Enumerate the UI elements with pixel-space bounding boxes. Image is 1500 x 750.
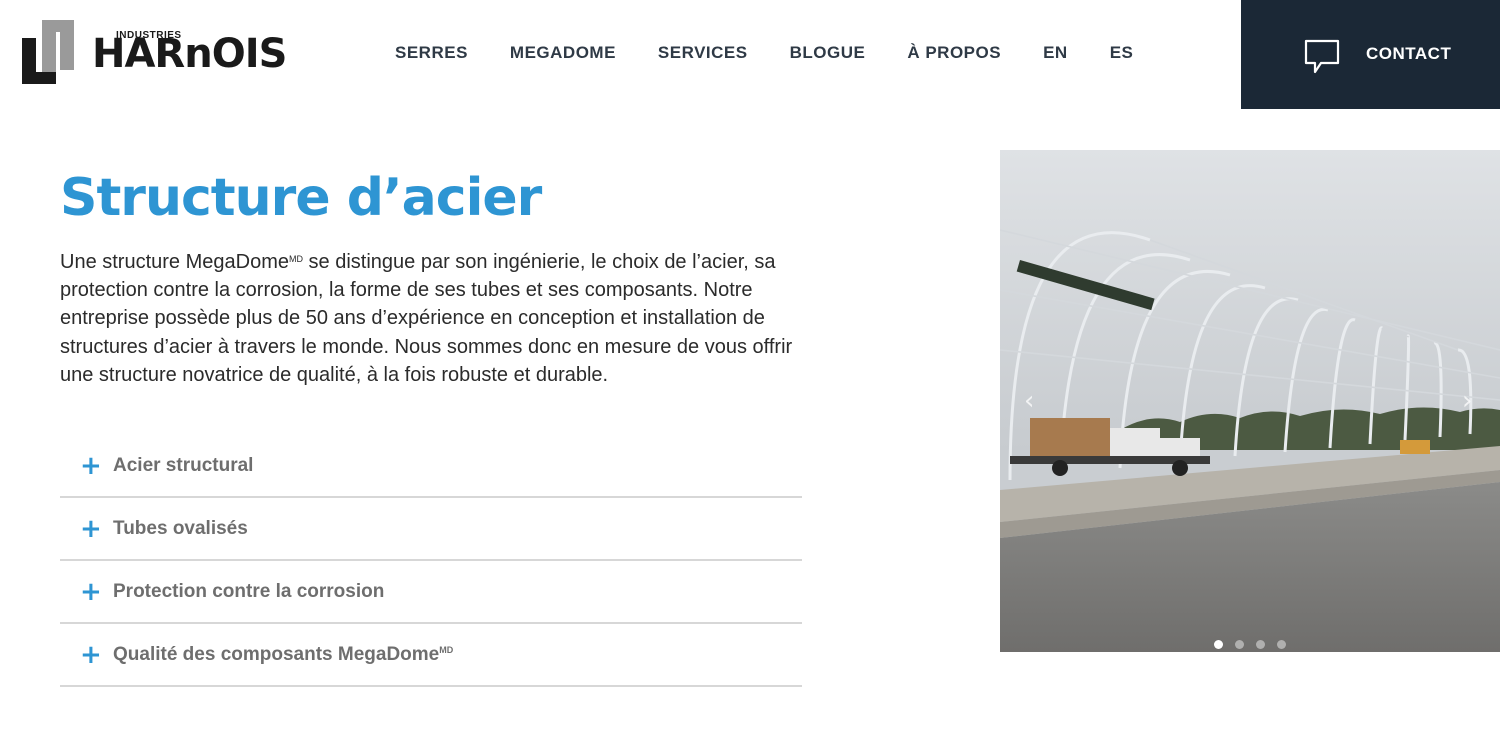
nav-item-serres[interactable]: SERRES xyxy=(395,43,468,63)
nav-item-lang-es[interactable]: ES xyxy=(1110,43,1134,63)
site-header: HARnOIS INDUSTRIES SERRES MEGADOME SERVI… xyxy=(0,0,1500,109)
plus-icon: + xyxy=(80,513,102,544)
accordion-item-tubes-ovalises[interactable]: + Tubes ovalisés xyxy=(60,498,802,561)
nav-item-services[interactable]: SERVICES xyxy=(658,43,748,63)
feature-accordion: + Acier structural + Tubes ovalisés + Pr… xyxy=(60,435,802,687)
trademark-sup: MD xyxy=(288,254,303,264)
main-nav: SERRES MEGADOME SERVICES BLOGUE À PROPOS… xyxy=(395,43,1133,63)
nav-item-blogue[interactable]: BLOGUE xyxy=(790,43,866,63)
nav-item-lang-en[interactable]: EN xyxy=(1043,43,1068,63)
accordion-label-text: Qualité des composants MegaDome xyxy=(113,643,440,665)
contact-label: CONTACT xyxy=(1366,44,1452,63)
accordion-label: Acier structural xyxy=(113,455,253,477)
image-slider[interactable]: ‹ › xyxy=(1000,150,1500,652)
chevron-right-icon[interactable]: › xyxy=(1462,386,1472,416)
harnois-logo[interactable]: HARnOIS INDUSTRIES xyxy=(20,18,287,88)
speech-bubble-icon xyxy=(1304,39,1340,74)
intro-text-start: Une structure MegaDome xyxy=(60,251,289,273)
accordion-item-acier-structural[interactable]: + Acier structural xyxy=(60,435,802,498)
brand-small: INDUSTRIES xyxy=(116,30,182,41)
nav-item-a-propos[interactable]: À PROPOS xyxy=(907,43,1001,63)
nav-item-megadome[interactable]: MEGADOME xyxy=(510,43,616,63)
slider-dot[interactable] xyxy=(1256,640,1265,649)
slider-dot[interactable] xyxy=(1235,640,1244,649)
accordion-label: Tubes ovalisés xyxy=(113,518,248,540)
accordion-item-qualite-composants[interactable]: + Qualité des composants MegaDomeMD xyxy=(60,624,802,687)
intro-paragraph: Une structure MegaDomeMD se distingue pa… xyxy=(60,245,810,389)
slider-dots xyxy=(1214,640,1298,649)
plus-icon: + xyxy=(80,450,102,481)
slider-dot[interactable] xyxy=(1214,640,1223,649)
steel-structure-photo xyxy=(1000,150,1500,652)
accordion-label-text: Protection contre la corrosion xyxy=(113,580,385,602)
plus-icon: + xyxy=(80,639,102,670)
page-title: Structure d’acier xyxy=(60,168,542,228)
accordion-label-text: Acier structural xyxy=(113,454,254,476)
logo-mark-icon xyxy=(22,20,74,84)
trademark-sup: MD xyxy=(439,644,454,655)
slider-dot[interactable] xyxy=(1277,640,1286,649)
contact-button[interactable]: CONTACT xyxy=(1241,0,1500,109)
accordion-label: Protection contre la corrosion xyxy=(113,581,384,603)
accordion-label: Qualité des composants MegaDomeMD xyxy=(113,644,453,666)
accordion-item-protection-corrosion[interactable]: + Protection contre la corrosion xyxy=(60,561,802,624)
chevron-left-icon[interactable]: ‹ xyxy=(1024,386,1034,416)
plus-icon: + xyxy=(80,576,102,607)
accordion-label-text: Tubes ovalisés xyxy=(113,517,248,539)
